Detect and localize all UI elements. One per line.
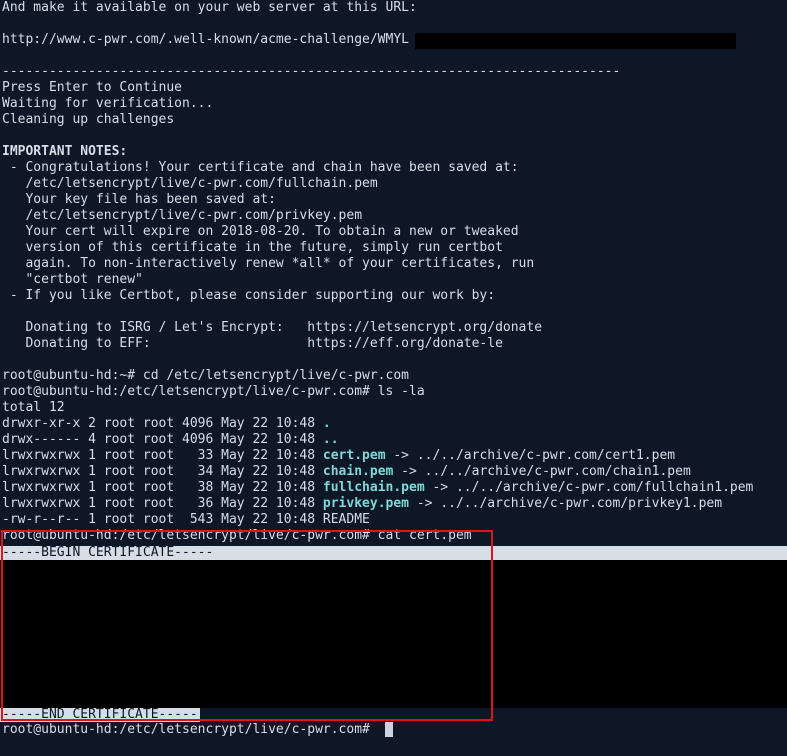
listing-row: drwx------ 4 root root 4096 May 22 10:48… [2, 432, 339, 448]
selection-highlight-end[interactable]: -----END CERTIFICATE----- [0, 707, 200, 722]
terminal-line: again. To non-interactively renew *all* … [2, 256, 535, 271]
listing-row: lrwxrwxrwx 1 root root 34 May 22 10:48 c… [2, 464, 691, 480]
listing-row: lrwxrwxrwx 1 root root 33 May 22 10:48 c… [2, 448, 675, 464]
listing-name: chain.pem [322, 464, 394, 479]
listing-meta: lrwxrwxrwx 1 root root 38 May 22 10:48 [2, 480, 323, 495]
listing-meta: lrwxrwxrwx 1 root root 33 May 22 10:48 [2, 448, 323, 463]
terminal-line: Cleaning up challenges [2, 112, 175, 127]
terminal-line: Donating to EFF: https://eff.org/donate-… [2, 336, 503, 351]
terminal-line: - If you like Certbot, please consider s… [2, 288, 496, 303]
begin-certificate-label: -----BEGIN CERTIFICATE----- [2, 545, 214, 560]
listing-name: cert.pem [322, 448, 386, 463]
terminal-line: /etc/letsencrypt/live/c-pwr.com/fullchai… [2, 176, 378, 191]
terminal-line: Press Enter to Continue [2, 80, 183, 95]
listing-name: README [322, 512, 370, 527]
listing-name: .. [322, 432, 339, 447]
listing-row: drwxr-xr-x 2 root root 4096 May 22 10:48… [2, 416, 331, 432]
listing-meta: lrwxrwxrwx 1 root root 36 May 22 10:48 [2, 496, 323, 511]
terminal-line: Your key file has been saved at: [2, 192, 276, 207]
terminal-line: - Congratulations! Your certificate and … [2, 160, 519, 175]
terminal-line: "certbot renew" [2, 272, 143, 287]
listing-target: -> ../../archive/c-pwr.com/chain1.pem [393, 464, 691, 479]
listing-row: -rw-r--r-- 1 root root 543 May 22 10:48 … [2, 512, 370, 528]
end-certificate-label: -----END CERTIFICATE----- [2, 707, 198, 722]
listing-target: -> ../../archive/c-pwr.com/fullchain1.pe… [424, 480, 754, 495]
listing-meta: drwxr-xr-x 2 root root 4096 May 22 10:48 [2, 416, 323, 431]
listing-meta: -rw-r--r-- 1 root root 543 May 22 10:48 [2, 512, 323, 527]
listing-name: privkey.pem [322, 496, 409, 511]
terminal-line: And make it available on your web server… [2, 0, 417, 15]
listing-name: fullchain.pem [322, 480, 425, 495]
command-line: root@ubuntu-hd:~# cd /etc/letsencrypt/li… [2, 368, 409, 383]
terminal-line: Your cert will expire on 2018-08-20. To … [2, 224, 519, 239]
listing-target: -> ../../archive/c-pwr.com/cert1.pem [385, 448, 676, 463]
terminal-line: /etc/letsencrypt/live/c-pwr.com/privkey.… [2, 208, 363, 223]
listing-row: lrwxrwxrwx 1 root root 36 May 22 10:48 p… [2, 496, 722, 512]
listing-target: -> ../../archive/c-pwr.com/privkey1.pem [409, 496, 723, 511]
important-notes-heading: IMPORTANT NOTES: [2, 144, 128, 159]
shell-prompt[interactable]: root@ubuntu-hd:/etc/letsencrypt/live/c-p… [2, 722, 378, 738]
terminal-line-url: http://www.c-pwr.com/.well-known/acme-ch… [2, 32, 409, 47]
redacted-certificate-body [0, 560, 787, 708]
separator-line: ----------------------------------------… [2, 64, 621, 79]
command-line: root@ubuntu-hd:/etc/letsencrypt/live/c-p… [2, 384, 425, 399]
terminal-line: Donating to ISRG / Let's Encrypt: https:… [2, 320, 543, 335]
redacted-token [415, 33, 736, 49]
selection-highlight[interactable]: -----BEGIN CERTIFICATE----- [0, 545, 787, 560]
cat-command-line: root@ubuntu-hd:/etc/letsencrypt/live/c-p… [2, 528, 472, 543]
listing-meta: drwx------ 4 root root 4096 May 22 10:48 [2, 432, 323, 447]
listing-meta: lrwxrwxrwx 1 root root 34 May 22 10:48 [2, 464, 323, 479]
listing-row: lrwxrwxrwx 1 root root 38 May 22 10:48 f… [2, 480, 753, 496]
terminal-line: Waiting for verification... [2, 96, 214, 111]
terminal-line: version of this certificate in the futur… [2, 240, 503, 255]
terminal-line: total 12 [2, 400, 65, 415]
text-cursor [385, 722, 393, 737]
terminal-window[interactable]: And make it available on your web server… [0, 0, 787, 738]
listing-name: . [322, 416, 331, 431]
